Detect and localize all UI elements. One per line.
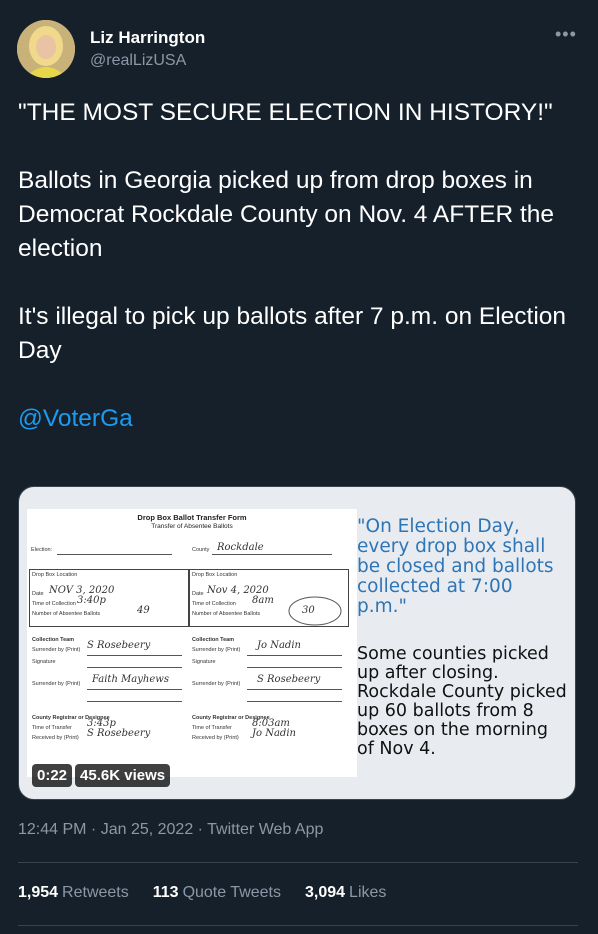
form-right-time-value: 8am	[252, 595, 274, 606]
quote-tweets-stat[interactable]: 113 Quote Tweets	[153, 884, 281, 902]
form-left-signature-label: Signature	[32, 659, 56, 665]
form-left-surrender2-value: Faith Mayhews	[92, 674, 169, 685]
form-left-date-label: Date	[32, 591, 44, 597]
form-left-transfer-label: Time of Transfer	[32, 725, 72, 731]
tweet-stats: 1,954 Retweets 113 Quote Tweets 3,094 Likes	[18, 884, 386, 902]
form-right-time-label: Time of Collection	[192, 601, 236, 607]
mention-link[interactable]: @VoterGa	[18, 402, 583, 436]
retweets-stat[interactable]: 1,954 Retweets	[18, 884, 129, 902]
form-left-number-label: Number of Absentee Ballots	[32, 611, 101, 617]
form-county-label: County	[192, 547, 210, 553]
form-right-received-value: Jo Nadin	[252, 728, 296, 739]
circle-annotation	[288, 596, 342, 626]
form-right-team-label: Collection Team	[192, 637, 235, 643]
form-left-team-label: Collection Team	[32, 637, 75, 643]
divider-bottom	[18, 925, 578, 926]
form-election-label: Election:	[31, 547, 53, 553]
video-badge: 0:22 45.6K views	[32, 764, 171, 787]
divider-top	[18, 862, 578, 863]
tweet-media-video[interactable]: Drop Box Ballot Transfer Form Transfer o…	[18, 486, 576, 800]
video-duration: 0:22	[32, 764, 73, 787]
form-right-number-label: Number of Absentee Ballots	[192, 611, 261, 617]
form-left-time-label: Time of Collection	[32, 601, 76, 607]
tweet-meta[interactable]: 12:44 PM · Jan 25, 2022 · Twitter Web Ap…	[18, 821, 323, 839]
form-right-signature-label: Signature	[192, 659, 216, 665]
avatar[interactable]	[17, 20, 75, 78]
form-right-number-value: 30	[302, 605, 315, 616]
form-county-value: Rockdale	[217, 542, 264, 553]
form-right-received-label: Received by (Print)	[192, 735, 239, 741]
form-right-surrender-value: Jo Nadin	[257, 640, 301, 651]
media-note: Some counties picked up after closing. R…	[357, 644, 567, 759]
more-dots-icon[interactable]: •••	[555, 24, 577, 45]
form-right-surrender2-value: S Rosebeery	[257, 674, 321, 685]
form-left-received-value: S Rosebeery	[87, 728, 151, 739]
form-title: Drop Box Ballot Transfer Form	[137, 513, 247, 522]
form-left-number-value: 49	[137, 605, 150, 616]
form-right-location-label: Drop Box Location	[192, 572, 238, 578]
media-quote: "On Election Day, every drop box shall b…	[357, 516, 554, 617]
tweet-line-headline: "THE MOST SECURE ELECTION IN HISTORY!"	[18, 99, 553, 126]
tweet-text: "THE MOST SECURE ELECTION IN HISTORY!" B…	[18, 96, 583, 436]
form-right-surrender-label: Surrender by (Print)	[192, 647, 241, 653]
form-left-received-label: Received by (Print)	[32, 735, 79, 741]
form-left-surrender2-label: Surrender by (Print)	[32, 681, 81, 687]
author-name[interactable]: Liz Harrington	[90, 28, 205, 48]
tweet-line-ballots: Ballots in Georgia picked up from drop b…	[18, 167, 555, 262]
likes-stat[interactable]: 3,094 Likes	[305, 884, 386, 902]
form-right-surrender2-label: Surrender by (Print)	[192, 681, 241, 687]
form-right-date-label: Date	[192, 591, 204, 597]
form-right-transfer-label: Time of Transfer	[192, 725, 232, 731]
tweet-line-illegal: It's illegal to pick up ballots after 7 …	[18, 303, 567, 364]
form-left-time-value: 3:40p	[77, 595, 106, 606]
form-left-surrender-value: S Rosebeery	[87, 640, 151, 651]
author-handle[interactable]: @realLizUSA	[90, 52, 186, 70]
media-caption: "On Election Day, every drop box shall b…	[357, 517, 567, 759]
ballot-transfer-form-image: Drop Box Ballot Transfer Form Transfer o…	[27, 509, 357, 777]
form-subtitle: Transfer of Absentee Ballots	[151, 523, 233, 530]
form-left-location-label: Drop Box Location	[32, 572, 78, 578]
video-views: 45.6K views	[75, 764, 171, 787]
form-left-surrender-label: Surrender by (Print)	[32, 647, 81, 653]
